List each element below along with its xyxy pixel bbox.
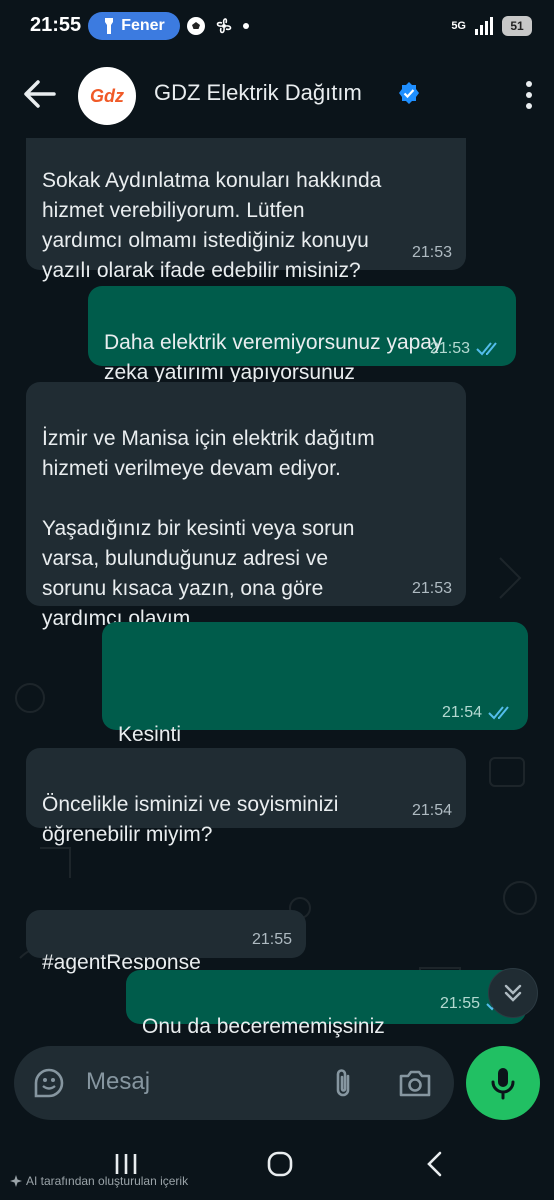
message-text: Sokak Aydınlatma konuları hakkında hizme… bbox=[42, 169, 382, 282]
flashlight-icon bbox=[105, 18, 114, 34]
home-icon bbox=[267, 1151, 293, 1177]
message-time: 21:53 bbox=[412, 580, 452, 598]
ai-note-text: AI tarafından oluşturulan içerik bbox=[26, 1174, 189, 1188]
paperclip-icon[interactable] bbox=[330, 1066, 356, 1100]
message-input[interactable]: Mesaj bbox=[86, 1068, 150, 1096]
message-list[interactable]: Sokak Aydınlatma konuları hakkında hizme… bbox=[0, 138, 554, 1040]
read-ticks-icon bbox=[476, 342, 497, 356]
message-time: 21:54 bbox=[442, 704, 514, 722]
back-icon bbox=[427, 1151, 442, 1177]
battery-icon: 51 bbox=[502, 16, 532, 36]
system-navigation-bar bbox=[0, 1128, 554, 1200]
message-timestamp: 21:53 bbox=[429, 340, 470, 357]
message-timestamp: 21:54 bbox=[411, 802, 452, 819]
dot-icon bbox=[243, 23, 249, 29]
battery-level: 51 bbox=[510, 19, 524, 33]
chat-header: Gdz GDZ Elektrik Dağıtım bbox=[0, 52, 554, 138]
read-ticks-icon bbox=[488, 706, 509, 720]
message-time: 21:53 bbox=[412, 244, 452, 262]
more-vertical-icon[interactable] bbox=[524, 80, 534, 110]
sparkle-icon bbox=[10, 1175, 22, 1187]
message-time: 21:53 bbox=[430, 340, 502, 358]
message-timestamp: 21:55 bbox=[439, 995, 480, 1012]
avatar[interactable]: Gdz bbox=[78, 67, 136, 125]
ai-content-note: AI tarafından oluşturulan içerik bbox=[10, 1174, 188, 1188]
message-composer[interactable]: Mesaj bbox=[14, 1046, 454, 1120]
contact-name[interactable]: GDZ Elektrik Dağıtım bbox=[154, 80, 362, 106]
microphone-icon bbox=[491, 1068, 515, 1100]
camera-icon[interactable] bbox=[398, 1068, 432, 1098]
avatar-text: Gdz bbox=[90, 85, 124, 106]
message-bubble-outgoing[interactable]: Daha elektrik veremiyorsunuz yapay zeka … bbox=[88, 286, 516, 384]
status-time: 21:55 bbox=[30, 14, 82, 36]
message-timestamp: 21:54 bbox=[441, 704, 482, 721]
pill-label: Fener bbox=[121, 17, 165, 34]
sticker-icon[interactable] bbox=[32, 1066, 66, 1100]
network-label: 5G bbox=[451, 20, 466, 32]
message-timestamp: 21:53 bbox=[411, 244, 452, 261]
microphone-button[interactable] bbox=[466, 1046, 540, 1120]
message-bubble-incoming[interactable]: Sokak Aydınlatma konuları hakkında hizme… bbox=[26, 138, 466, 282]
message-timestamp: 21:53 bbox=[411, 580, 452, 597]
home-button[interactable] bbox=[258, 1146, 302, 1182]
scroll-to-bottom-button[interactable] bbox=[488, 968, 538, 1018]
chevron-double-down-icon bbox=[504, 984, 522, 1002]
fan-icon bbox=[216, 18, 232, 34]
arrow-left-icon[interactable] bbox=[20, 74, 58, 114]
message-bubble-incoming[interactable]: Öncelikle isminizi ve soyisminizi öğrene… bbox=[26, 748, 466, 846]
message-time: 21:55 bbox=[252, 931, 292, 949]
verified-badge-icon bbox=[399, 82, 419, 104]
signal-icon bbox=[475, 17, 493, 35]
status-bar: 21:55 Fener 5G 51 bbox=[0, 0, 554, 52]
message-bubble-outgoing[interactable]: Kesinti 21:54 bbox=[102, 622, 528, 746]
football-icon bbox=[187, 17, 205, 35]
message-bubble-incoming[interactable]: #agentResponse 21:55 bbox=[26, 910, 306, 974]
nav-back-button[interactable] bbox=[412, 1146, 456, 1182]
message-bubble-outgoing[interactable]: Onu da becerememişsiniz 21:55 bbox=[126, 970, 526, 1038]
message-text: Kesinti bbox=[118, 723, 182, 746]
flashlight-pill[interactable]: Fener bbox=[88, 12, 180, 40]
message-time: 21:54 bbox=[412, 802, 452, 820]
message-bubble-incoming[interactable]: İzmir ve Manisa için elektrik dağıtım hi… bbox=[26, 382, 466, 630]
message-text: Onu da becerememişsiniz bbox=[142, 1015, 385, 1038]
message-timestamp: 21:55 bbox=[251, 931, 292, 948]
message-text: İzmir ve Manisa için elektrik dağıtım hi… bbox=[42, 427, 375, 630]
